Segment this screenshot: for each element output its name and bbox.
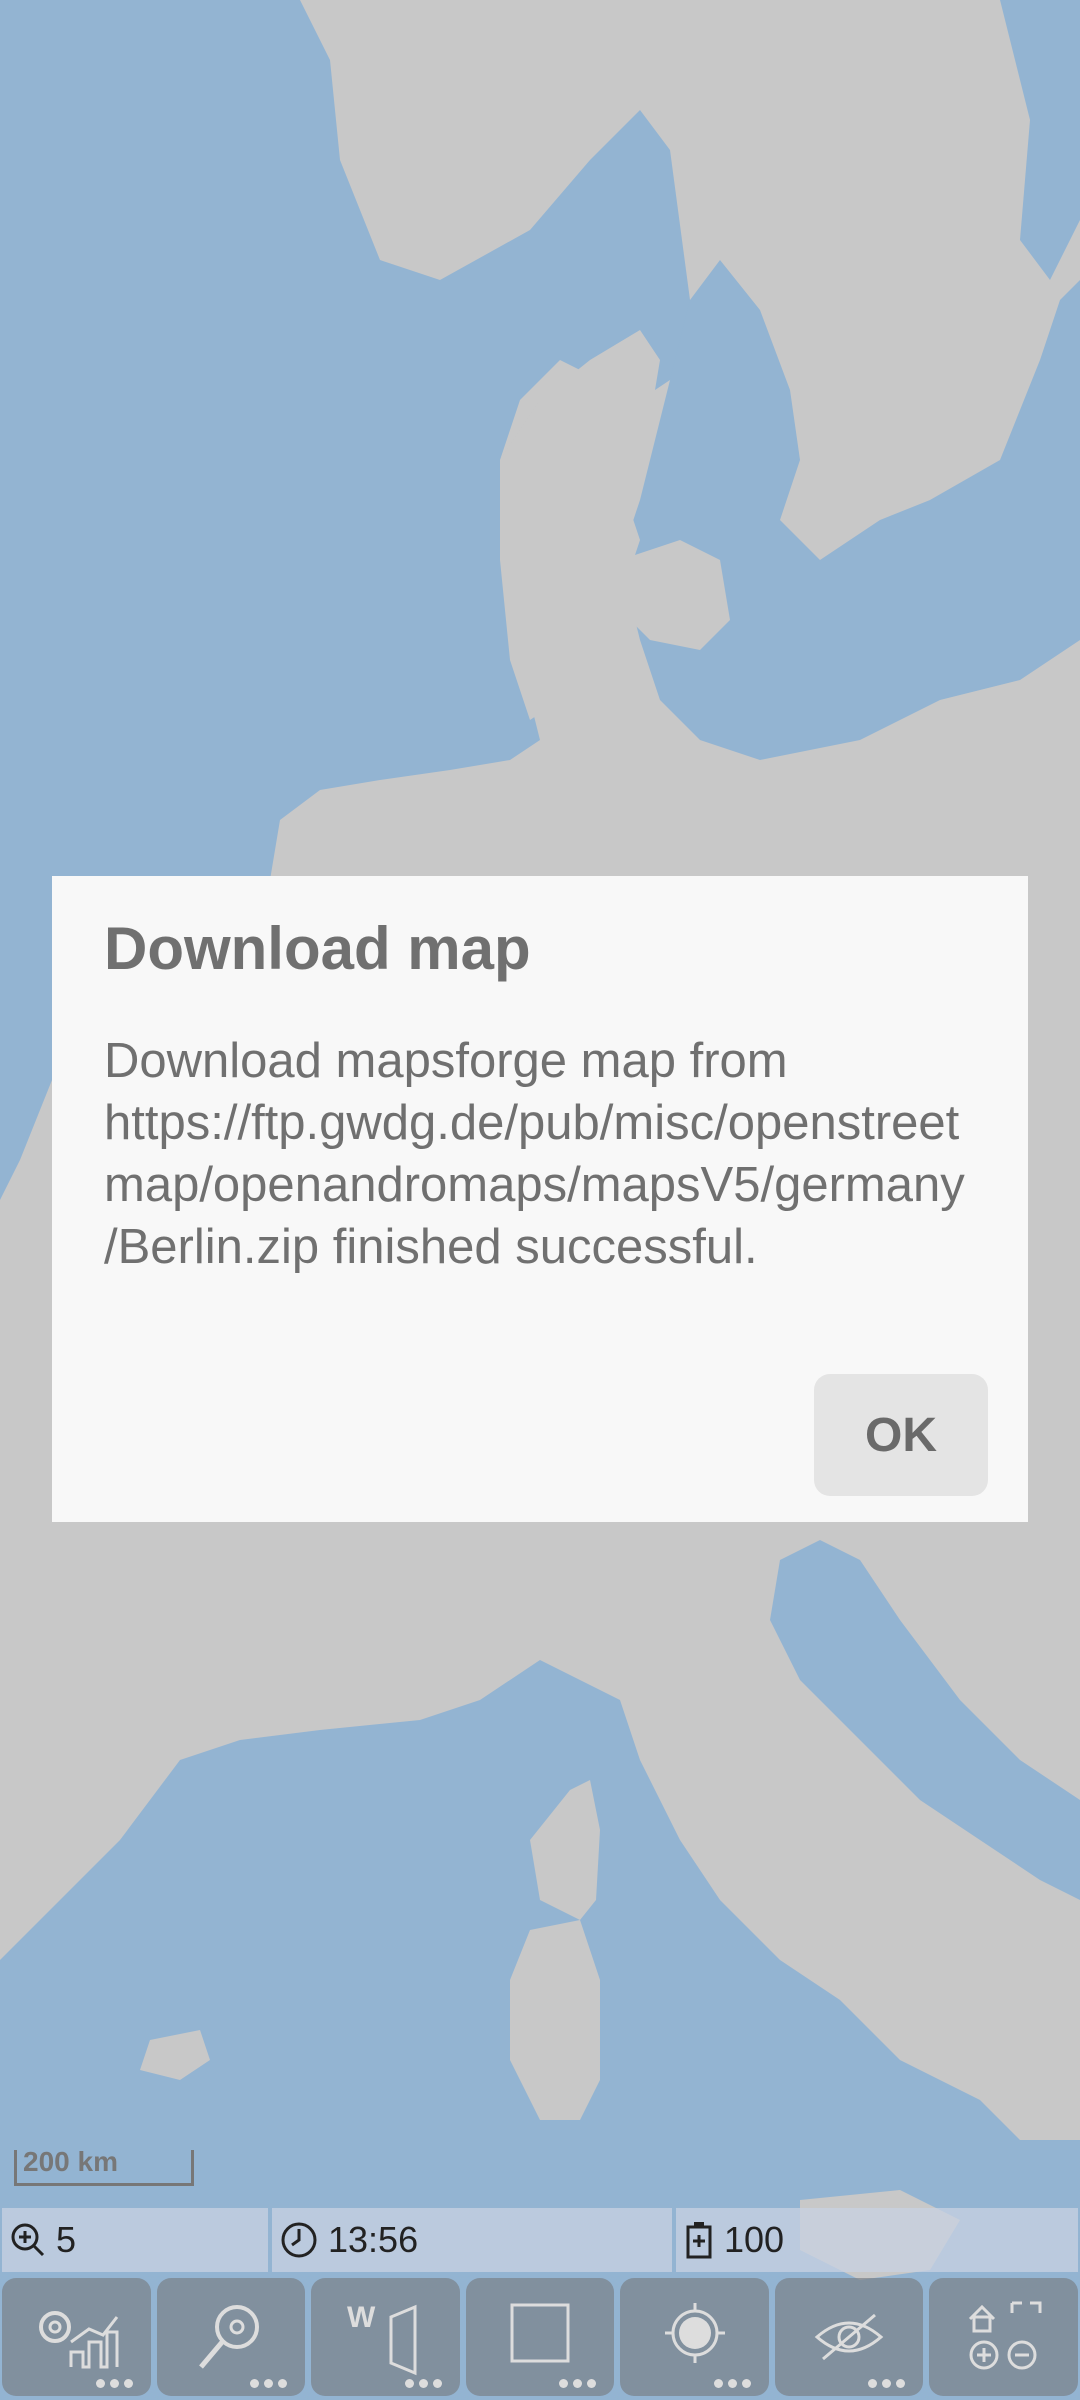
visibility-button[interactable]	[774, 2278, 924, 2396]
settings-stats-icon	[39, 2311, 119, 2369]
time-value: 13:56	[328, 2219, 419, 2260]
more-dots	[404, 2379, 442, 2388]
more-dots	[95, 2379, 133, 2388]
search-icon	[198, 2305, 259, 2369]
waypoint-route-icon: W	[347, 2301, 417, 2376]
zoom-value: 5	[56, 2219, 77, 2260]
zoom-level-status: 5	[2, 2208, 268, 2272]
more-dots	[713, 2379, 751, 2388]
battery-icon	[686, 2222, 712, 2259]
dialog-title: Download map	[104, 915, 531, 982]
visibility-icon	[814, 2313, 884, 2361]
clock-icon	[281, 2222, 317, 2258]
more-dots	[868, 2379, 906, 2388]
search-button[interactable]	[156, 2278, 306, 2396]
download-map-dialog: Download map Download mapsforge map from…	[52, 876, 1028, 1522]
gps-location-button[interactable]	[620, 2278, 769, 2396]
time-status: 13:56	[272, 2208, 672, 2272]
more-dots	[559, 2379, 597, 2388]
area-select-button[interactable]	[465, 2278, 615, 2396]
battery-status: 100	[676, 2208, 1078, 2272]
settings-button[interactable]	[2, 2278, 151, 2396]
zoom-home-icon	[968, 2301, 1042, 2370]
svg-text:W: W	[347, 2301, 376, 2334]
bottom-toolbar: W	[0, 2278, 1080, 2400]
status-bar: 5 13:56 100	[0, 2208, 1080, 2272]
dialog-message: Download mapsforge map from https://ftp.…	[104, 1034, 965, 1274]
waypoint-route-button[interactable]: W	[311, 2278, 460, 2396]
scale-label: 200 km	[23, 2146, 118, 2177]
zoom-home-button[interactable]	[929, 2278, 1079, 2396]
battery-value: 100	[724, 2219, 785, 2260]
map-scale-bar: 200 km	[14, 2146, 194, 2186]
ok-button[interactable]: OK	[814, 1374, 988, 1496]
gps-location-icon	[664, 2303, 725, 2363]
zoom-icon	[11, 2223, 45, 2257]
more-dots	[250, 2379, 288, 2388]
area-select-icon	[510, 2303, 570, 2363]
